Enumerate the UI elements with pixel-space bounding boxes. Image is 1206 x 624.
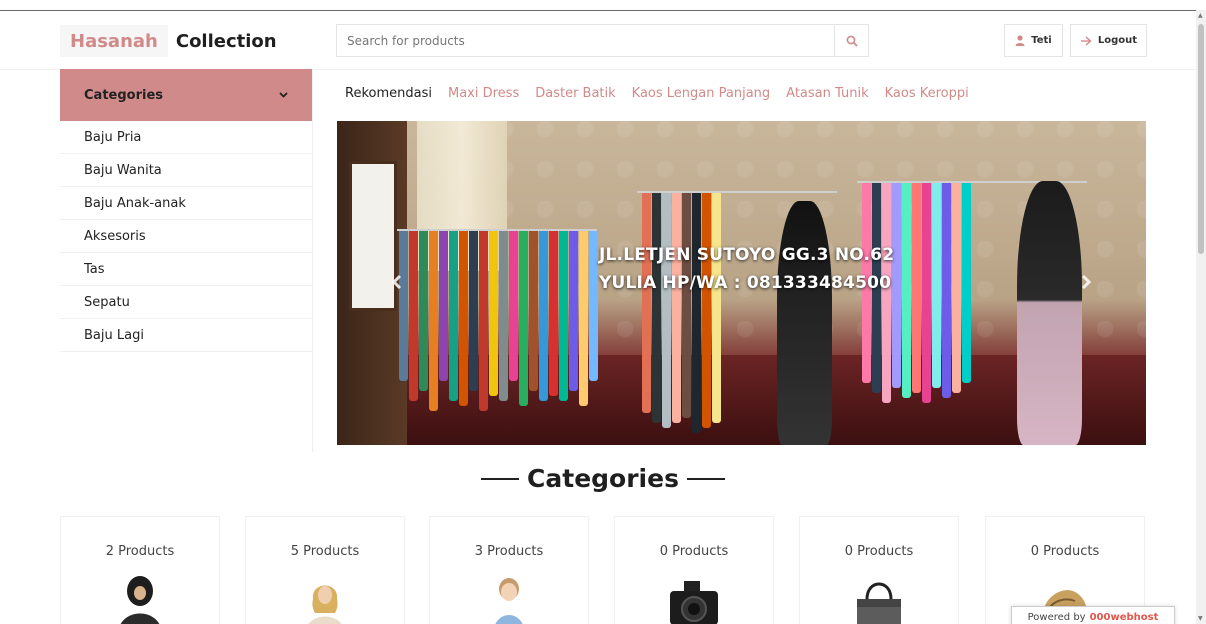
arrow-right-icon	[1080, 35, 1092, 46]
category-sidebar: Categories Baju Pria Baju Wanita Baju An…	[60, 69, 313, 452]
page-scrollbar[interactable]: ▲ ▼	[1196, 10, 1206, 624]
logout-label: Logout	[1097, 35, 1138, 46]
top-border	[0, 10, 1206, 11]
search-input[interactable]	[337, 25, 834, 56]
chevron-down-icon	[279, 92, 288, 98]
section-title: Categories	[527, 464, 679, 493]
categories-dropdown-toggle[interactable]: Categories	[60, 69, 312, 121]
banner-address: JL.LETJEN SUTOYO GG.3 NO.62	[599, 245, 895, 265]
user-name: Teti	[1031, 35, 1052, 46]
tab-rekomendasi[interactable]: Rekomendasi	[345, 86, 432, 101]
carousel-next-button[interactable]	[1080, 271, 1092, 296]
product-count: 0 Products	[844, 544, 914, 559]
handbag-image	[857, 582, 901, 624]
product-nav: Rekomendasi Maxi Dress Daster Batik Kaos…	[345, 86, 969, 101]
scrollbar-thumb[interactable]	[1198, 24, 1204, 254]
mannequin-right	[1017, 181, 1082, 445]
category-cards: 2 Products 5 Products 3 Products 0 Produ…	[60, 516, 1146, 624]
title-line-left	[481, 477, 520, 480]
categories-heading: Categories	[84, 87, 164, 103]
sidebar-item-baju-pria[interactable]: Baju Pria	[60, 121, 312, 154]
categories-section-title: Categories	[0, 464, 1206, 493]
product-count: 0 Products	[1030, 544, 1100, 559]
search-bar	[336, 24, 869, 57]
brand-part2: Collection	[175, 30, 277, 52]
search-button[interactable]	[834, 25, 868, 56]
clothes-group	[399, 231, 599, 411]
product-count: 2 Products	[105, 544, 175, 559]
tab-maxi-dress[interactable]: Maxi Dress	[448, 86, 519, 101]
title-line-right	[686, 477, 725, 480]
category-card[interactable]: 0 Products	[799, 516, 959, 624]
banner-window	[349, 161, 397, 311]
hijab-woman-image	[120, 576, 160, 624]
clothes-group-2	[642, 193, 722, 433]
sidebar-item-tas[interactable]: Tas	[60, 253, 312, 286]
chevron-right-icon	[1081, 274, 1092, 290]
product-count: 5 Products	[290, 544, 360, 559]
logout-button[interactable]: Logout	[1070, 24, 1147, 57]
powered-by-badge[interactable]: Powered by 000webhost	[1011, 606, 1175, 624]
woman-image	[308, 585, 342, 624]
category-card[interactable]: 3 Products	[429, 516, 589, 624]
category-list: Baju Pria Baju Wanita Baju Anak-anak Aks…	[60, 121, 312, 352]
webhost-logo: 000webhost	[1089, 611, 1159, 623]
chevron-left-icon	[391, 274, 402, 290]
product-count: 3 Products	[474, 544, 544, 559]
scroll-down-icon[interactable]: ▼	[1198, 615, 1203, 622]
tab-kaos-lengan-panjang[interactable]: Kaos Lengan Panjang	[632, 86, 771, 101]
sidebar-item-baju-wanita[interactable]: Baju Wanita	[60, 154, 312, 187]
child-image	[495, 578, 523, 624]
user-icon	[1015, 35, 1025, 46]
search-icon	[846, 35, 858, 47]
tab-kaos-keroppi[interactable]: Kaos Keroppi	[885, 86, 969, 101]
product-count: 0 Products	[659, 544, 729, 559]
tab-atasan-tunik[interactable]: Atasan Tunik	[786, 86, 868, 101]
scroll-up-icon[interactable]: ▲	[1198, 12, 1203, 19]
banner-caption: JL.LETJEN SUTOYO GG.3 NO.62 YULIA HP/WA …	[599, 241, 894, 297]
category-card[interactable]: 0 Products	[614, 516, 774, 624]
category-card[interactable]: 2 Products	[60, 516, 220, 624]
brand-logo[interactable]: Hasanah Collection	[60, 24, 285, 58]
mannequin-dark	[777, 201, 832, 445]
sidebar-item-baju-lagi[interactable]: Baju Lagi	[60, 319, 312, 352]
camera-image	[670, 581, 718, 624]
category-card[interactable]: 5 Products	[245, 516, 405, 624]
brand-part1: Hasanah	[60, 25, 168, 57]
sidebar-item-sepatu[interactable]: Sepatu	[60, 286, 312, 319]
banner-phone: YULIA HP/WA : 081333484500	[599, 273, 892, 293]
sidebar-item-baju-anak-anak[interactable]: Baju Anak-anak	[60, 187, 312, 220]
sidebar-item-aksesoris[interactable]: Aksesoris	[60, 220, 312, 253]
user-button[interactable]: Teti	[1004, 24, 1063, 57]
powered-prefix: Powered by	[1027, 611, 1086, 623]
carousel-prev-button[interactable]	[391, 271, 403, 296]
tab-daster-batik[interactable]: Daster Batik	[535, 86, 615, 101]
hero-banner: JL.LETJEN SUTOYO GG.3 NO.62 YULIA HP/WA …	[337, 121, 1146, 445]
